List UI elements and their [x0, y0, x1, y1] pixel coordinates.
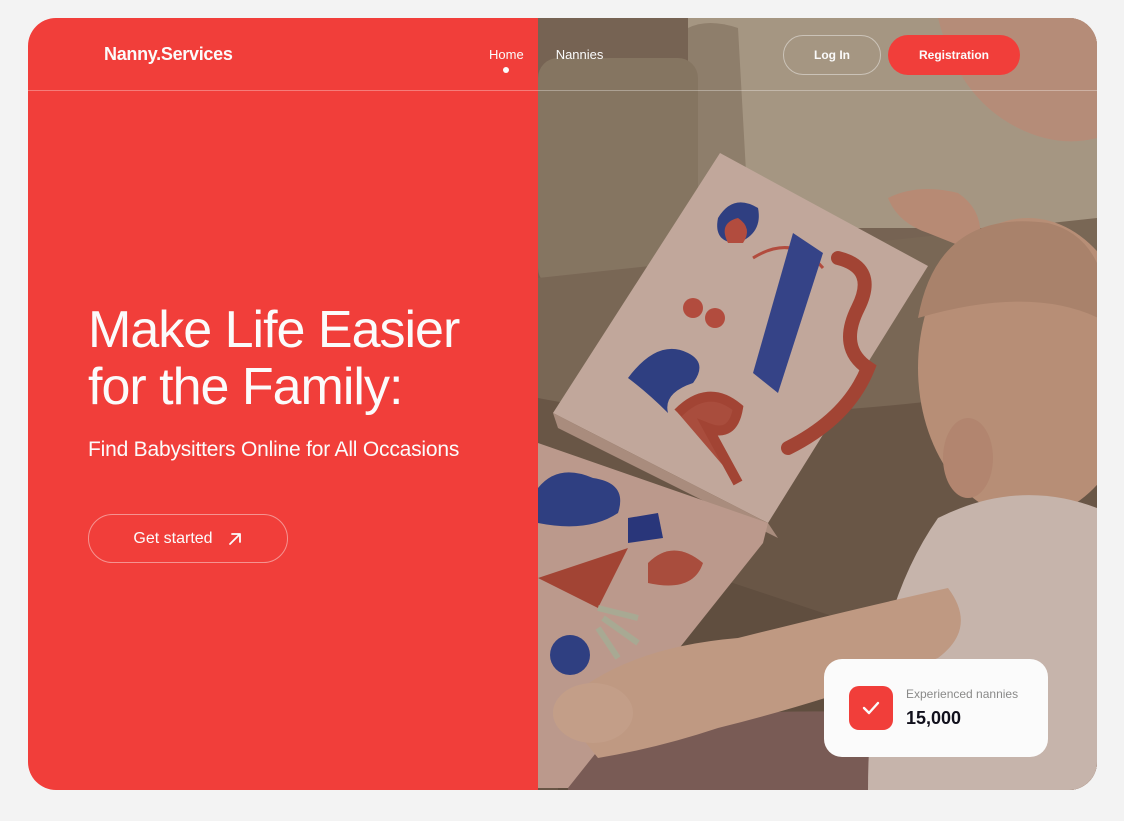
- active-indicator-dot: [503, 67, 510, 73]
- site-header: Nanny.Services Home Nannies Log In Regis…: [28, 18, 1097, 91]
- nav-item-nannies[interactable]: Nannies: [556, 47, 604, 62]
- hero-title-line2: for the Family:: [88, 358, 403, 416]
- nav-item-label: Nannies: [555, 47, 604, 62]
- get-started-button[interactable]: Get started: [88, 514, 288, 563]
- hero-title: Make Life Easier for the Family:: [88, 302, 528, 416]
- stat-value: 15,000: [906, 708, 962, 728]
- stat-label: Experienced nannies: [906, 687, 1019, 701]
- check-icon: [849, 686, 893, 730]
- nav-item-label: Home: [489, 47, 524, 62]
- logo[interactable]: Nanny.Services: [104, 44, 233, 65]
- nav-item-home[interactable]: Home: [489, 47, 524, 73]
- hero-subtitle: Find Babysitters Online for All Occasion…: [88, 438, 460, 461]
- main-nav: Home Nannies: [489, 47, 604, 73]
- registration-button[interactable]: Registration: [888, 35, 1020, 75]
- hero-title-line1: Make Life Easier: [88, 301, 460, 359]
- hero-card: Nanny.Services Home Nannies Log In Regis…: [28, 18, 1097, 790]
- login-button[interactable]: Log In: [783, 35, 881, 75]
- arrow-up-right-icon: [227, 531, 243, 547]
- experienced-nannies-card: Experienced nannies 15,000: [824, 659, 1048, 757]
- get-started-label: Get started: [133, 529, 213, 547]
